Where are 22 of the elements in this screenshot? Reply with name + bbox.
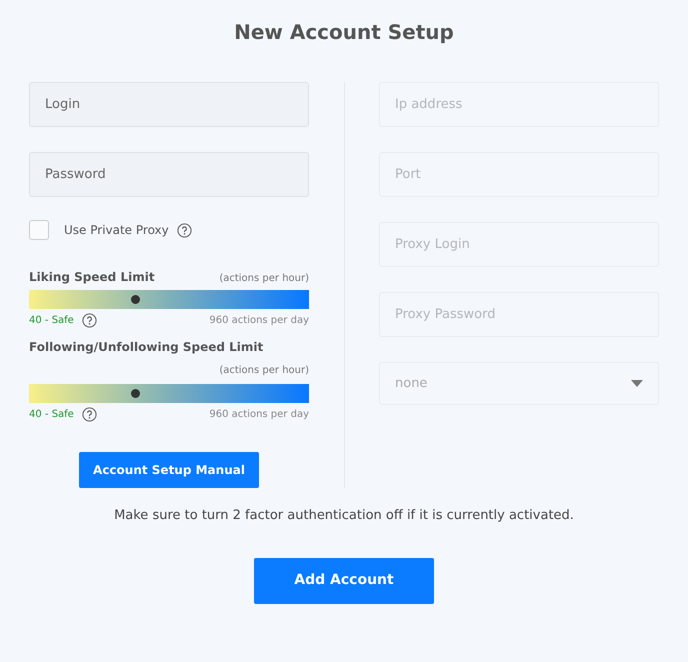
help-icon[interactable]: [82, 313, 97, 328]
slider-thumb[interactable]: [131, 389, 140, 398]
per-day-text: 960 actions per day: [209, 408, 309, 422]
per-day-text: 960 actions per day: [209, 314, 309, 328]
notice-text: Make sure to turn 2 factor authentication off if it is currently activated.: [113, 507, 575, 525]
help-icon[interactable]: [176, 222, 192, 238]
checkbox-label: Use Private Proxy: [64, 222, 169, 239]
safe-reading: 40 - Safe: [29, 314, 74, 328]
unit-label: (actions per hour): [219, 272, 309, 286]
page-title: New Account Setup: [233, 19, 455, 44]
help-icon[interactable]: [82, 407, 97, 422]
password-field[interactable]: Password: [29, 152, 309, 197]
speed-limit-label: Liking Speed Limit: [29, 269, 155, 286]
unit-label: (actions per hour): [219, 365, 309, 376]
speed-limit-label: Following/Unfollowing Speed Limit: [29, 339, 264, 356]
manual-button[interactable]: Account Setup Manual: [79, 452, 259, 488]
add-account-button[interactable]: Add Account: [254, 558, 434, 604]
safe-reading: 40 - Safe: [29, 408, 74, 422]
slider-thumb[interactable]: [131, 295, 140, 304]
checkbox[interactable]: [29, 220, 49, 240]
caret-icon: [631, 380, 643, 387]
login-field[interactable]: Login: [29, 82, 309, 127]
